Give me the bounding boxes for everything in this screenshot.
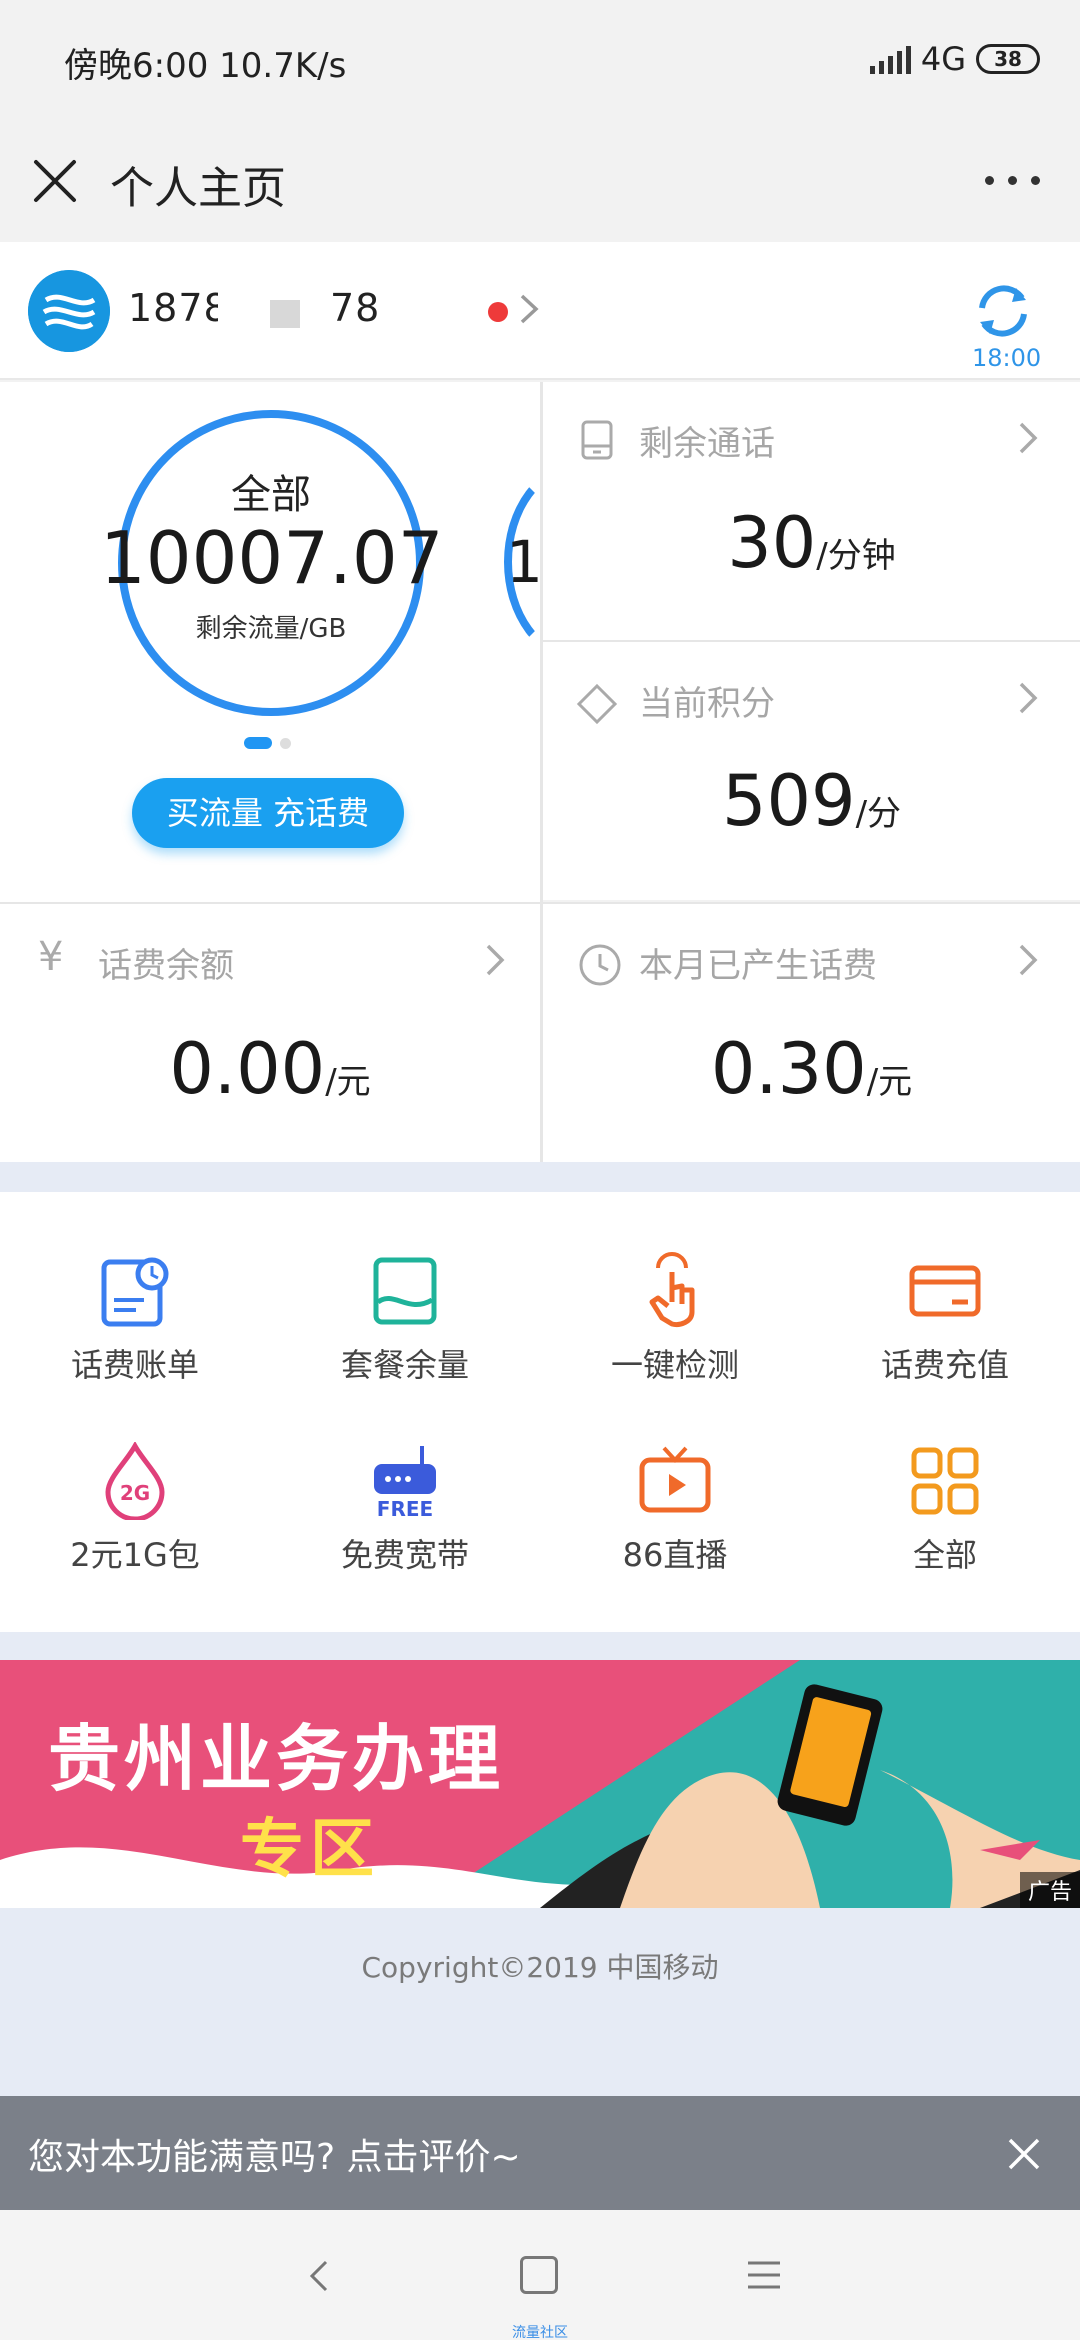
ad-tag: 广告 xyxy=(1019,1872,1080,1908)
next-ring-value: 1 xyxy=(506,528,543,596)
quick-action-bill[interactable]: 话费账单 xyxy=(0,1252,270,1386)
menu-icon[interactable] xyxy=(746,2258,782,2292)
quick-action-label: 话费充值 xyxy=(880,1346,1009,1384)
page-title: 个人主页 xyxy=(110,163,286,214)
clock-icon xyxy=(579,944,621,986)
watermark: 流量社区 xyxy=(512,2325,568,2340)
yen-icon: ¥ xyxy=(38,934,64,980)
monthly-fee-card[interactable]: 本月已产生话费 0.30/元 xyxy=(543,904,1080,1162)
remaining-calls-card[interactable]: 剩余通话 30/分钟 xyxy=(543,382,1080,640)
remaining-calls-value: 30 xyxy=(727,502,817,584)
monthly-fee-value: 0.30 xyxy=(710,1028,867,1110)
tap-icon xyxy=(649,1252,695,1327)
chevron-right-icon[interactable] xyxy=(1013,940,1043,980)
points-amount: 509/分 xyxy=(543,760,1080,842)
quick-action-recharge[interactable]: 话费充值 xyxy=(810,1252,1080,1386)
quick-action-label: 话费账单 xyxy=(70,1346,199,1384)
system-nav-bar: 流量社区 xyxy=(0,2210,1080,2340)
data-usage-sub: 剩余流量/GB xyxy=(195,614,347,644)
refresh-time: 18:00 xyxy=(972,344,1042,372)
points-card[interactable]: 当前积分 509/分 xyxy=(543,642,1080,900)
points-value: 509 xyxy=(721,760,856,842)
monthly-fee-amount: 0.30/元 xyxy=(543,1028,1080,1110)
network-type: 4G xyxy=(920,40,966,78)
signal-icon xyxy=(869,44,911,74)
remaining-calls-label: 剩余通话 xyxy=(639,424,775,464)
chevron-right-icon[interactable] xyxy=(1013,418,1043,458)
battery-icon: 38 xyxy=(976,44,1040,74)
router-icon: FREE xyxy=(374,1446,436,1520)
account-bar[interactable]: 1878 78 18:00 xyxy=(0,242,1080,380)
banner-subtitle: 专区 xyxy=(240,1813,380,1887)
remaining-calls-amount: 30/分钟 xyxy=(543,502,1080,584)
monthly-fee-unit: /元 xyxy=(866,1062,913,1102)
quick-action-label: 一键检测 xyxy=(610,1346,739,1384)
phone-device-icon xyxy=(581,420,613,460)
china-mobile-logo-icon xyxy=(28,270,110,352)
feedback-bar[interactable]: 您对本功能满意吗? 点击评价~ xyxy=(0,2096,1080,2210)
points-label: 当前积分 xyxy=(639,684,775,724)
quick-action-label: 86直播 xyxy=(622,1536,728,1574)
phone-number-prefix: 1878 xyxy=(128,286,229,330)
carousel-indicator xyxy=(244,737,291,749)
close-icon[interactable] xyxy=(30,156,80,206)
quick-action-all[interactable]: 全部 xyxy=(810,1442,1080,1576)
quick-action-label: 2元1G包 xyxy=(70,1536,200,1574)
drop-2g-icon: 2G xyxy=(105,1442,165,1520)
number-mask xyxy=(270,300,300,328)
balance-amount: 0.00/元 xyxy=(0,1028,540,1110)
phone-number-suffix: 78 xyxy=(330,286,381,330)
copyright: Copyright©2019 中国移动 xyxy=(361,1951,719,1984)
grid-icon xyxy=(911,1447,979,1515)
notification-dot xyxy=(488,302,508,322)
banner-title: 贵州业务办理 xyxy=(48,1717,505,1801)
quick-action-live[interactable]: 86直播 xyxy=(540,1442,810,1576)
chevron-right-icon[interactable] xyxy=(480,940,510,980)
data-usage-label: 全部 xyxy=(231,472,311,518)
quick-action-check[interactable]: 一键检测 xyxy=(540,1252,810,1386)
bill-icon xyxy=(101,1257,169,1327)
chevron-right-icon[interactable] xyxy=(512,292,546,326)
back-icon[interactable] xyxy=(300,2256,340,2296)
card-icon xyxy=(909,1265,981,1317)
quick-action-data-pack[interactable]: 2G 2元1G包 xyxy=(0,1442,270,1576)
quick-action-package[interactable]: 套餐余量 xyxy=(270,1252,540,1386)
quick-actions-grid: 话费账单 套餐余量 一键检测 话费充值 2G 2元1G包 FREE 免费宽带 8… xyxy=(0,1192,1080,1632)
more-menu-icon[interactable] xyxy=(985,176,1040,185)
title-bar: 个人主页 xyxy=(0,120,1080,242)
balance-label: 话费余额 xyxy=(98,946,234,986)
status-bar: 傍晚6:00 10.7K/s 4G 38 xyxy=(0,0,1080,120)
status-time: 傍晚6:00 10.7K/s xyxy=(64,46,347,86)
balance-value: 0.00 xyxy=(169,1028,326,1110)
balance-card[interactable]: ¥ 话费余额 0.00/元 xyxy=(0,904,540,1162)
status-indicators: 4G 38 xyxy=(869,34,1040,84)
points-unit: /分 xyxy=(855,794,902,834)
refresh-icon[interactable] xyxy=(970,278,1036,344)
monthly-fee-label: 本月已产生话费 xyxy=(639,946,877,986)
data-usage-value: 10007.07 xyxy=(100,516,444,600)
home-icon[interactable] xyxy=(520,2256,558,2294)
quick-action-label: 套餐余量 xyxy=(340,1346,469,1384)
package-icon xyxy=(373,1257,437,1325)
quick-action-label: 全部 xyxy=(912,1536,977,1574)
remaining-calls-unit: /分钟 xyxy=(816,536,896,576)
feedback-text: 您对本功能满意吗? 点击评价~ xyxy=(28,2137,521,2178)
quick-action-label: 免费宽带 xyxy=(340,1536,469,1574)
balance-unit: /元 xyxy=(325,1062,371,1102)
quick-action-broadband[interactable]: FREE 免费宽带 xyxy=(270,1442,540,1576)
close-icon[interactable] xyxy=(1004,2134,1044,2174)
svg-text:FREE: FREE xyxy=(377,1497,433,1520)
section-gap xyxy=(0,1162,1080,1192)
diamond-icon xyxy=(576,683,618,725)
promo-banner[interactable]: 贵州业务办理 专区 广告 xyxy=(0,1660,1080,1908)
chevron-right-icon[interactable] xyxy=(1013,678,1043,718)
tv-icon xyxy=(639,1446,711,1513)
svg-text:2G: 2G xyxy=(120,1481,150,1505)
number-mask xyxy=(218,282,278,332)
number-mask xyxy=(300,282,330,332)
buy-data-recharge-button[interactable]: 买流量 充话费 xyxy=(132,778,404,848)
